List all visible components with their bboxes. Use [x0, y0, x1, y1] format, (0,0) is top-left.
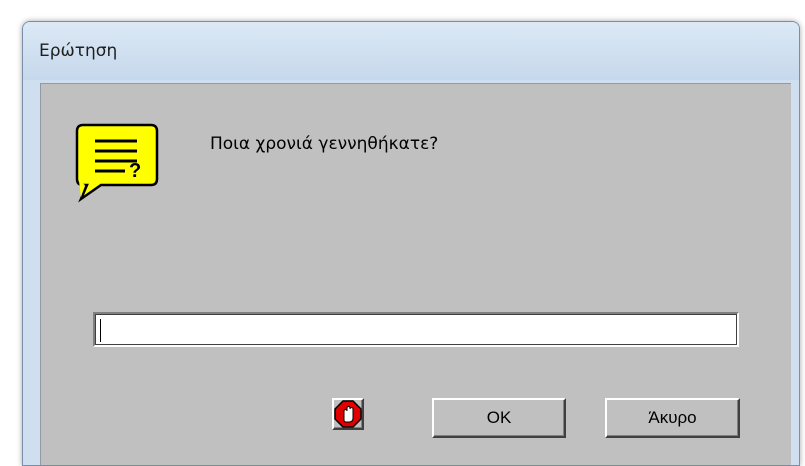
- dialog-body: ? Ποια χρονιά γεννηθήκατε? OK Άκυρο: [40, 83, 791, 465]
- text-caret: [100, 319, 101, 342]
- title-bar[interactable]: Ερώτηση: [23, 22, 799, 80]
- window-title: Ερώτηση: [39, 41, 118, 61]
- dialog-window: Ερώτηση ? Ποια χρονιά γεννηθήκατε? OK Άκ…: [22, 21, 800, 466]
- question-bubble-icon: ?: [75, 123, 159, 203]
- prompt-text: Ποια χρονιά γεννηθήκατε?: [210, 134, 439, 154]
- stop-hand-icon: [334, 400, 362, 428]
- answer-input[interactable]: [93, 312, 739, 347]
- svg-text:?: ?: [129, 160, 141, 182]
- cancel-button[interactable]: Άκυρο: [605, 398, 740, 438]
- stop-button[interactable]: [332, 398, 364, 430]
- ok-button[interactable]: OK: [432, 398, 566, 438]
